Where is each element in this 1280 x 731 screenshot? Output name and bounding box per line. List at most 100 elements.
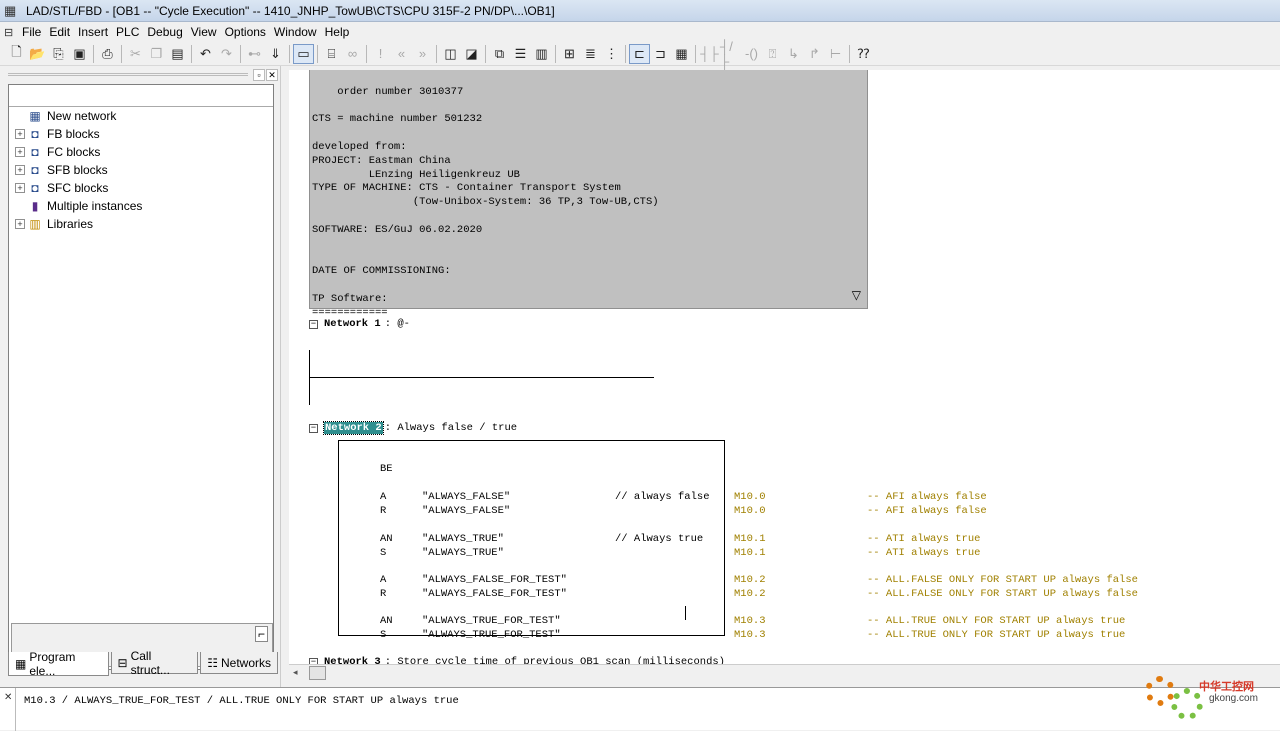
code-editor[interactable]: order number 3010377 CTS = machine numbe… xyxy=(289,70,1280,664)
close-details-icon[interactable]: ✕ xyxy=(4,692,12,703)
menu-window[interactable]: Window xyxy=(274,25,325,39)
horizontal-scrollbar[interactable]: ◂ xyxy=(289,664,1280,681)
tree-item-label: FC blocks xyxy=(47,145,101,159)
fbd-view-icon[interactable]: ⋮ xyxy=(601,44,622,64)
copy-icon[interactable]: ❐ xyxy=(146,44,167,64)
tree-item-sfc-blocks[interactable]: + ◘ SFC blocks xyxy=(9,179,273,197)
menu-debug[interactable]: Debug xyxy=(147,25,190,39)
program-elements-icon: ▦ xyxy=(15,656,27,671)
navigate-forward-icon[interactable]: » xyxy=(412,44,433,64)
expand-icon[interactable]: + xyxy=(15,183,25,193)
windows-horizontal-icon[interactable]: ☰ xyxy=(510,44,531,64)
toolbar-separator xyxy=(191,44,192,63)
stl-view-icon[interactable]: ≣ xyxy=(580,44,601,64)
tree-item-libraries[interactable]: + ▥ Libraries xyxy=(9,215,273,233)
print-icon[interactable]: ⎙ xyxy=(97,44,118,64)
details-icon[interactable]: ◪ xyxy=(461,44,482,64)
symbol-table-icon[interactable]: ▦ xyxy=(671,44,692,64)
info-pin-icon[interactable]: ⌐ xyxy=(254,626,268,642)
ladder-element-icon[interactable]: ⊏ xyxy=(629,43,650,64)
pane-grip[interactable] xyxy=(8,73,248,76)
menu-edit[interactable]: Edit xyxy=(49,25,78,39)
coil-icon[interactable]: -() xyxy=(741,44,762,64)
tab-program-elements[interactable]: ▦ Program ele... xyxy=(8,650,109,678)
new-icon[interactable]: 🗋 xyxy=(6,44,27,64)
overview-icon[interactable]: ◫ xyxy=(440,44,461,64)
app-icon[interactable]: ▦ xyxy=(4,3,20,19)
tab-call-structure[interactable]: ⊟ Call struct... xyxy=(110,649,199,677)
stl-symbol-comment: -- ALL.FALSE ONLY FOR START UP always fa… xyxy=(867,588,1138,600)
stl-symbol-comment: -- ALL.TRUE ONLY FOR START UP always tru… xyxy=(867,615,1126,627)
tree-item-multiple-instances[interactable]: ▮ Multiple instances xyxy=(9,197,273,215)
expand-icon[interactable]: + xyxy=(15,129,25,139)
online-icon[interactable]: ⊷ xyxy=(244,44,265,64)
save-icon[interactable]: ▣ xyxy=(69,44,90,64)
download-icon[interactable]: ⇓ xyxy=(265,44,286,64)
open-branch-icon[interactable]: ↳ xyxy=(783,44,804,64)
undo-icon[interactable]: ↶ xyxy=(195,44,216,64)
menu-insert[interactable]: Insert xyxy=(78,25,116,39)
open-icon[interactable]: 📂 xyxy=(27,44,48,64)
redo-icon[interactable]: ↷ xyxy=(216,44,237,64)
stl-line-comment: // Always true xyxy=(615,533,704,545)
document-system-icon[interactable]: ⊟ xyxy=(4,26,22,39)
stl-line-comment: // always false xyxy=(615,491,710,503)
breakpoint-icon[interactable]: ! xyxy=(370,44,391,64)
expand-icon[interactable]: + xyxy=(15,165,25,175)
menu-plc[interactable]: PLC xyxy=(116,25,147,39)
block-icon: ◘ xyxy=(31,163,39,177)
stl-address: M10.3 xyxy=(734,629,766,641)
empty-box-icon[interactable]: ⍰ xyxy=(762,44,783,64)
toolbar-separator xyxy=(289,44,290,63)
pane-restore-icon[interactable]: ▫ xyxy=(253,68,265,81)
tree-item-label: SFB blocks xyxy=(47,163,108,177)
expand-icon[interactable]: + xyxy=(15,219,25,229)
glasses-icon[interactable]: ∞ xyxy=(342,44,363,64)
collapse-icon[interactable]: − xyxy=(309,319,318,329)
tree-item-fc-blocks[interactable]: + ◘ FC blocks xyxy=(9,143,273,161)
watermark-cn-text: 中华工控网 xyxy=(1199,681,1254,693)
close-branch-icon[interactable]: ↱ xyxy=(804,44,825,64)
expand-icon[interactable]: + xyxy=(15,147,25,157)
collapse-triangle-icon[interactable]: ▽ xyxy=(852,289,861,304)
windows-vertical-icon[interactable]: ▥ xyxy=(531,44,552,64)
collapse-icon[interactable]: − xyxy=(309,423,318,433)
menu-help[interactable]: Help xyxy=(325,25,358,39)
pane-close-icon[interactable]: ✕ xyxy=(266,68,278,81)
stl-operation: A xyxy=(380,491,387,503)
module-info-icon[interactable]: ⌸ xyxy=(321,44,342,64)
tree-item-fb-blocks[interactable]: + ◘ FB blocks xyxy=(9,125,273,143)
normally-open-contact-icon[interactable]: ┤├ xyxy=(699,44,720,64)
toolbar-separator xyxy=(121,44,122,63)
pane-splitter[interactable] xyxy=(280,66,289,687)
scroll-thumb[interactable] xyxy=(309,666,326,680)
tree-item-new-network[interactable]: ▦ New network xyxy=(9,107,273,125)
menu-options[interactable]: Options xyxy=(225,25,274,39)
network-2-header[interactable]: − Network 2 : Always false / true xyxy=(309,421,517,435)
stl-address: M10.1 xyxy=(734,533,766,545)
cut-icon[interactable]: ✂ xyxy=(125,44,146,64)
ladder-view-icon[interactable]: ⊞ xyxy=(559,44,580,64)
scroll-left-icon[interactable]: ◂ xyxy=(293,667,298,678)
monitor-icon[interactable]: ▭ xyxy=(293,43,314,64)
network-1-header[interactable]: − Network 1 : @- xyxy=(309,318,410,330)
empty-rung[interactable] xyxy=(309,377,654,378)
toolbar-separator xyxy=(366,44,367,63)
box-icon[interactable]: ⊐ xyxy=(650,44,671,64)
tab-networks[interactable]: ☷ Networks xyxy=(200,652,278,674)
connection-icon[interactable]: ⊢ xyxy=(825,44,846,64)
stl-operation: S xyxy=(380,629,387,641)
accessible-nodes-icon[interactable]: ⎘ xyxy=(48,44,69,64)
toolbar-separator xyxy=(485,44,486,63)
windows-cascade-icon[interactable]: ⧉ xyxy=(489,44,510,64)
network-3-header[interactable]: − Network 3 : Store cycle time of previo… xyxy=(309,656,725,664)
tree-item-sfb-blocks[interactable]: + ◘ SFB blocks xyxy=(9,161,273,179)
normally-closed-contact-icon[interactable]: ┤/├ xyxy=(720,39,741,69)
menu-view[interactable]: View xyxy=(191,25,225,39)
help-icon[interactable]: ⁇ xyxy=(853,44,874,64)
navigate-back-icon[interactable]: « xyxy=(391,44,412,64)
toolbar-separator xyxy=(555,44,556,63)
paste-icon[interactable]: ▤ xyxy=(167,44,188,64)
menu-file[interactable]: File xyxy=(22,25,49,39)
block-comment[interactable]: order number 3010377 CTS = machine numbe… xyxy=(309,70,868,319)
